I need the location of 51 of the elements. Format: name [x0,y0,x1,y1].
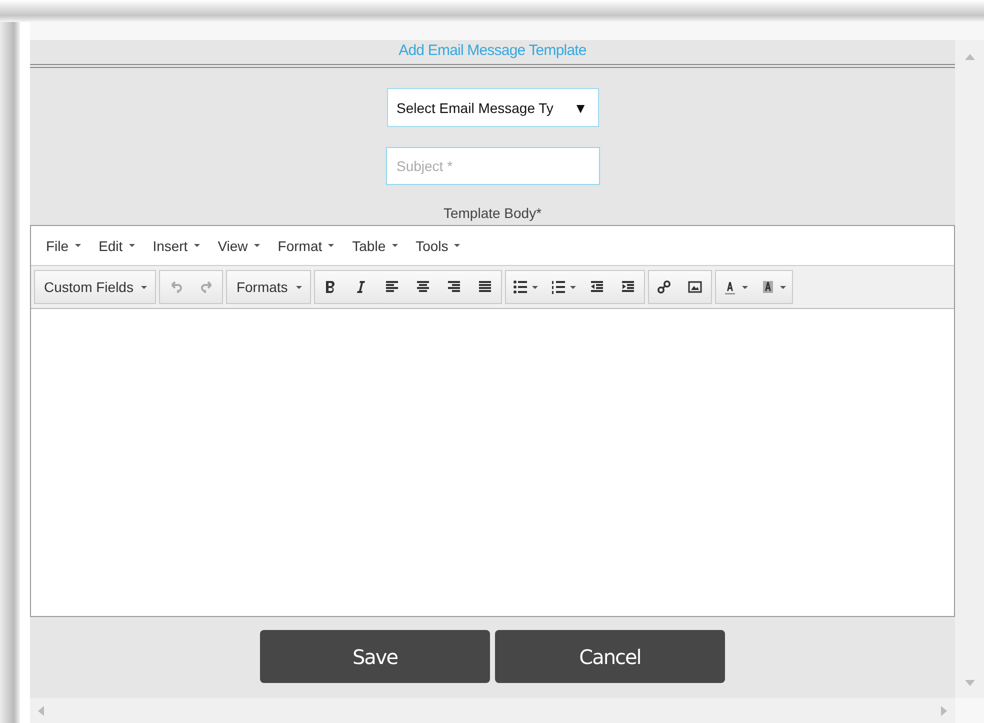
menu-item[interactable]: Edit [92,238,142,254]
text-color-button[interactable] [716,271,754,303]
caret-icon [296,286,302,288]
caret-icon [254,244,260,247]
align-right-icon [446,279,462,295]
menu-item[interactable]: View [210,238,267,254]
numbered-list-icon [550,279,566,295]
indent-icon [620,279,636,295]
bold-button[interactable] [314,271,346,303]
dialog-title: Add Email Message Template [398,41,586,61]
justify-button[interactable] [470,271,501,303]
menu-item[interactable]: File [39,238,88,254]
menu-item[interactable]: Insert [146,238,207,254]
template-body-label: Template Body* [443,204,542,223]
menu-item[interactable]: Table [345,238,405,254]
caret-icon [141,286,148,288]
link-button[interactable] [648,271,680,303]
bullet-list-icon [512,279,528,295]
caret-icon [128,244,135,247]
caret-icon [570,286,576,288]
caret-icon [194,244,200,247]
caret-icon [392,244,398,247]
scroll-right-icon [941,706,947,716]
action-button[interactable]: Cancel [495,630,725,683]
menu-item[interactable]: Format [270,238,342,254]
indent-button[interactable] [612,271,644,303]
vertical-scrollbar[interactable] [955,40,984,698]
align-center-icon [415,279,432,295]
dropdown-button[interactable]: Formats [227,271,310,303]
outdent-icon [589,279,606,295]
type-select[interactable]: Select Email Message Ty ▼ [386,88,598,127]
menu-item[interactable]: Tools [408,238,468,254]
caret-icon [74,244,81,247]
scroll-left-icon [38,706,44,716]
caret-icon [454,244,460,247]
dropdown-button[interactable]: Custom Fields [35,271,156,303]
horizontal-scrollbar[interactable] [30,698,955,723]
bullet-list-button[interactable] [506,271,544,303]
caret-icon [780,286,786,288]
link-icon [656,279,672,295]
scroll-down-icon [964,680,974,686]
caret-icon [742,286,748,288]
image-icon [687,279,704,295]
subject-field[interactable]: Subject * [386,147,600,185]
caret-icon [328,244,334,247]
action-button[interactable]: Save [260,630,490,683]
caret-icon [532,286,538,288]
align-left-icon [384,279,400,295]
justify-icon [477,279,494,295]
scroll-up-icon [964,54,974,60]
image-button[interactable] [680,271,711,303]
